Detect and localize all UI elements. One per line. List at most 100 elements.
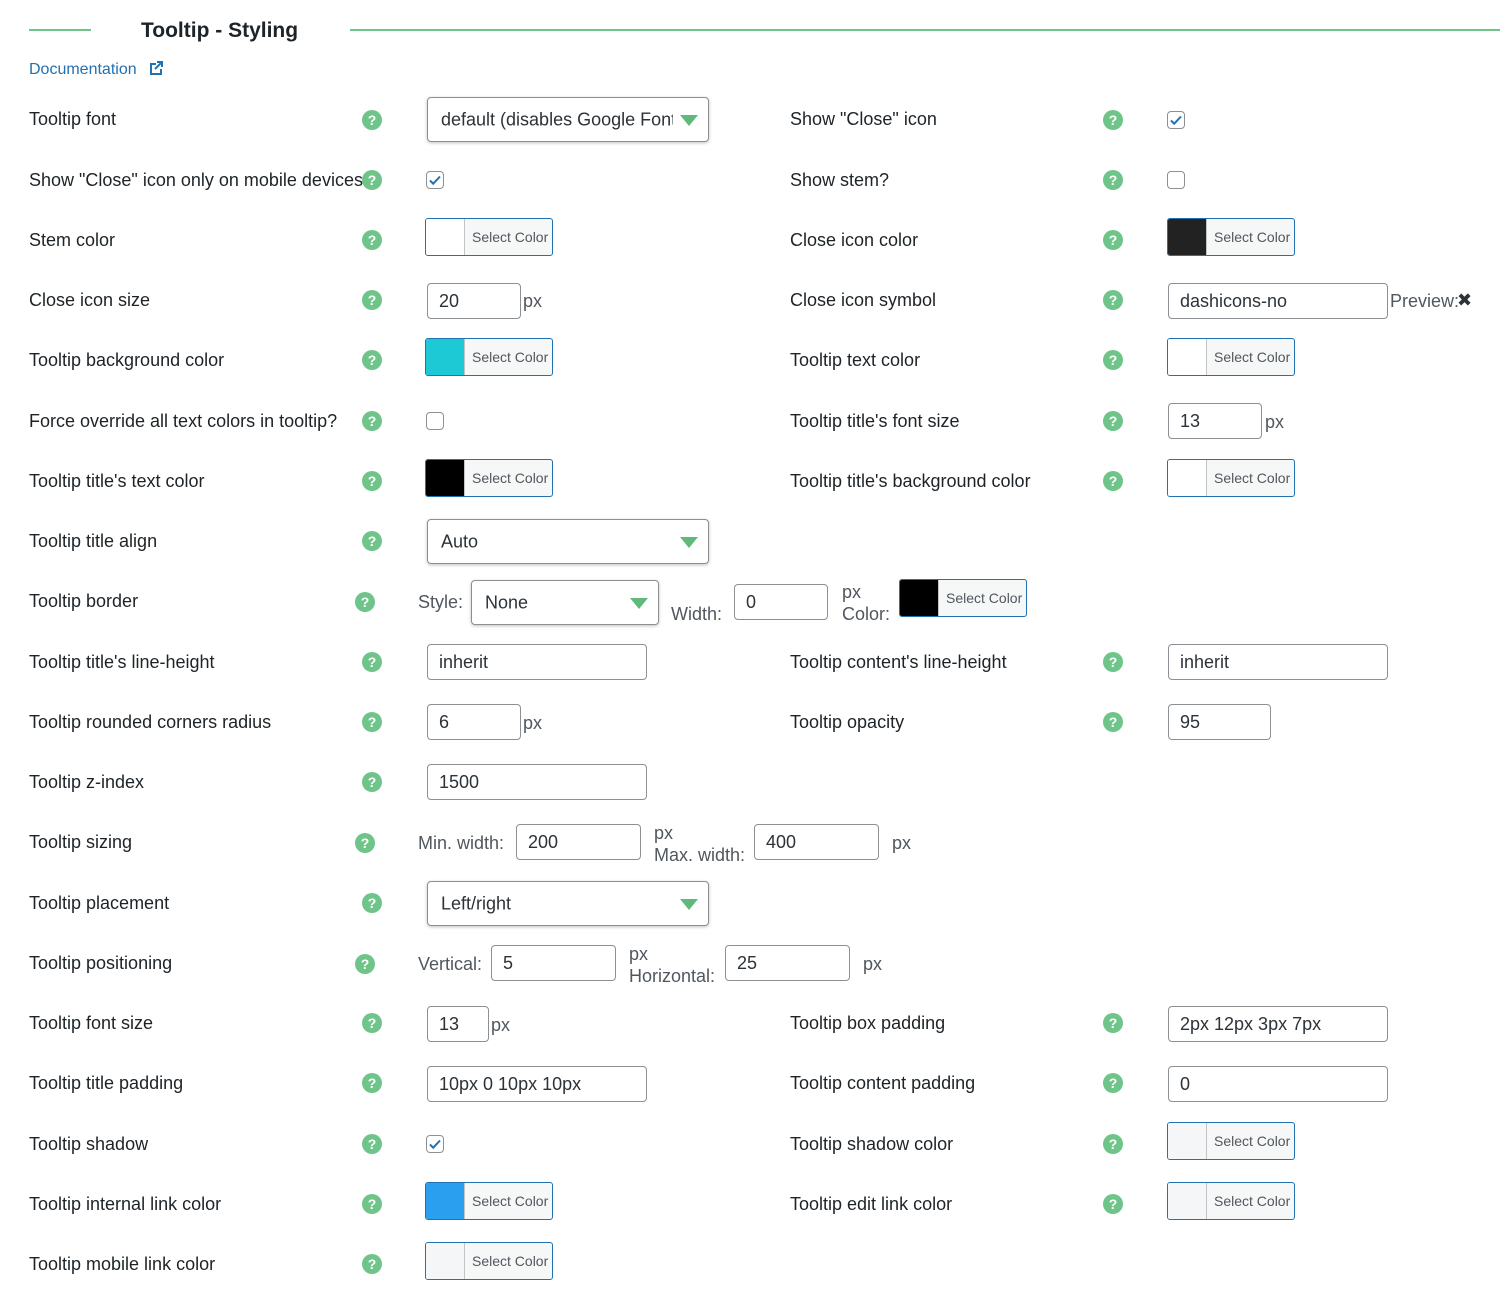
color-swatch <box>1168 1183 1207 1219</box>
help-icon[interactable]: ? <box>362 230 382 250</box>
close-icon-symbol-input[interactable]: dashicons-no <box>1168 283 1388 319</box>
title-bg-color-label: Tooltip title's background color <box>790 471 1031 491</box>
min-width-input[interactable]: 200 <box>516 824 641 860</box>
help-icon[interactable]: ? <box>1103 350 1123 370</box>
tooltip-font-label: Tooltip font <box>29 109 117 129</box>
help-icon[interactable]: ? <box>1103 471 1123 491</box>
help-icon[interactable]: ? <box>362 411 382 431</box>
tooltip-border-label: Tooltip border <box>29 591 139 611</box>
title-padding-label: Tooltip title padding <box>29 1073 184 1093</box>
title-line-height-input[interactable]: inherit <box>427 644 647 680</box>
help-icon[interactable]: ? <box>1103 1013 1123 1033</box>
content-padding-input[interactable]: 0 <box>1168 1066 1388 1102</box>
help-icon[interactable]: ? <box>1103 411 1123 431</box>
font-size-input[interactable]: 13 <box>427 1006 489 1042</box>
min-width-unit: px <box>654 823 674 843</box>
internal-link-color-button[interactable]: Select Color <box>425 1182 553 1220</box>
title-bg-color-button[interactable]: Select Color <box>1167 459 1295 497</box>
help-icon[interactable]: ? <box>355 592 375 612</box>
border-width-unit: px <box>842 582 862 602</box>
tooltip-text-color-button[interactable]: Select Color <box>1167 338 1295 376</box>
help-icon[interactable]: ? <box>1103 230 1123 250</box>
shadow-checkbox[interactable] <box>426 1135 444 1153</box>
tooltip-font-select[interactable]: default (disables Google Fonts) <box>427 97 709 142</box>
close-icon-color-button[interactable]: Select Color <box>1167 218 1295 256</box>
help-icon[interactable]: ? <box>1103 1194 1123 1214</box>
vertical-input[interactable]: 5 <box>491 945 616 981</box>
stem-color-label: Stem color <box>29 230 116 250</box>
border-style-value: None <box>485 592 529 612</box>
stem-color-button[interactable]: Select Color <box>425 218 553 256</box>
title-align-select[interactable]: Auto <box>427 519 709 564</box>
help-icon[interactable]: ? <box>362 531 382 551</box>
tooltip-bg-color-label: Tooltip background color <box>29 350 225 370</box>
select-color-label: Select Color <box>472 470 549 486</box>
z-index-input[interactable]: 1500 <box>427 764 647 800</box>
title-padding-input[interactable]: 10px 0 10px 10px <box>427 1066 647 1102</box>
help-icon[interactable]: ? <box>1103 110 1123 130</box>
title-font-size-label: Tooltip title's font size <box>790 411 960 431</box>
content-line-height-input[interactable]: inherit <box>1168 644 1388 680</box>
help-icon[interactable]: ? <box>362 893 382 913</box>
help-icon[interactable]: ? <box>1103 1073 1123 1093</box>
help-icon[interactable]: ? <box>362 471 382 491</box>
show-stem-checkbox[interactable] <box>1167 171 1185 189</box>
help-icon[interactable]: ? <box>362 350 382 370</box>
placement-select[interactable]: Left/right <box>427 881 709 926</box>
help-icon[interactable]: ? <box>362 290 382 310</box>
help-icon[interactable]: ? <box>1103 712 1123 732</box>
px-unit: px <box>1265 412 1285 432</box>
border-width-input[interactable]: 0 <box>734 584 828 620</box>
help-icon[interactable]: ? <box>1103 652 1123 672</box>
positioning-label: Tooltip positioning <box>29 953 173 973</box>
max-width-label: Max. width: <box>654 845 746 865</box>
mobile-link-color-button[interactable]: Select Color <box>425 1242 553 1280</box>
opacity-input[interactable]: 95 <box>1168 704 1271 740</box>
force-override-checkbox[interactable] <box>426 412 444 430</box>
help-icon[interactable]: ? <box>362 652 382 672</box>
help-icon[interactable]: ? <box>362 772 382 792</box>
help-icon[interactable]: ? <box>362 1254 382 1274</box>
rounded-corners-input[interactable]: 6 <box>427 704 521 740</box>
tooltip-bg-color-button[interactable]: Select Color <box>425 338 553 376</box>
close-icon-preview: ✖ <box>1457 290 1473 310</box>
help-icon[interactable]: ? <box>1103 170 1123 190</box>
show-close-icon-checkbox[interactable] <box>1167 111 1185 129</box>
help-icon[interactable]: ? <box>355 833 375 853</box>
close-icon-size-input[interactable]: 20 <box>427 283 521 319</box>
border-color-button[interactable]: Select Color <box>899 579 1027 617</box>
z-index-label: Tooltip z-index <box>29 772 145 792</box>
opacity-label: Tooltip opacity <box>790 712 905 732</box>
color-swatch <box>426 1183 465 1219</box>
title-align-value: Auto <box>441 531 479 551</box>
help-icon[interactable]: ? <box>355 954 375 974</box>
preview-label: Preview: <box>1390 291 1460 311</box>
help-icon[interactable]: ? <box>362 170 382 190</box>
help-icon[interactable]: ? <box>1103 290 1123 310</box>
content-padding-label: Tooltip content padding <box>790 1073 976 1093</box>
help-icon[interactable]: ? <box>362 1194 382 1214</box>
help-icon[interactable]: ? <box>362 1013 382 1033</box>
border-style-label: Style: <box>418 592 464 612</box>
edit-link-color-button[interactable]: Select Color <box>1167 1182 1295 1220</box>
help-icon[interactable]: ? <box>362 712 382 732</box>
documentation-link[interactable]: Documentation <box>29 59 165 79</box>
box-padding-input[interactable]: 2px 12px 3px 7px <box>1168 1006 1388 1042</box>
title-text-color-button[interactable]: Select Color <box>425 459 553 497</box>
min-width-label: Min. width: <box>418 833 505 853</box>
horizontal-input[interactable]: 25 <box>725 945 850 981</box>
help-icon[interactable]: ? <box>1103 1134 1123 1154</box>
help-icon[interactable]: ? <box>362 1073 382 1093</box>
border-style-select[interactable]: None <box>471 580 659 625</box>
title-font-size-input[interactable]: 13 <box>1168 403 1262 439</box>
border-color-label: Color: <box>842 604 891 624</box>
rounded-corners-label: Tooltip rounded corners radius <box>29 712 272 732</box>
help-icon[interactable]: ? <box>362 110 382 130</box>
title-align-label: Tooltip title align <box>29 531 158 551</box>
max-width-input[interactable]: 400 <box>754 824 879 860</box>
shadow-color-button[interactable]: Select Color <box>1167 1122 1295 1160</box>
close-icon-mobile-checkbox[interactable] <box>426 171 444 189</box>
horizontal-label: Horizontal: <box>629 966 716 986</box>
help-icon[interactable]: ? <box>362 1134 382 1154</box>
box-padding-label: Tooltip box padding <box>790 1013 946 1033</box>
